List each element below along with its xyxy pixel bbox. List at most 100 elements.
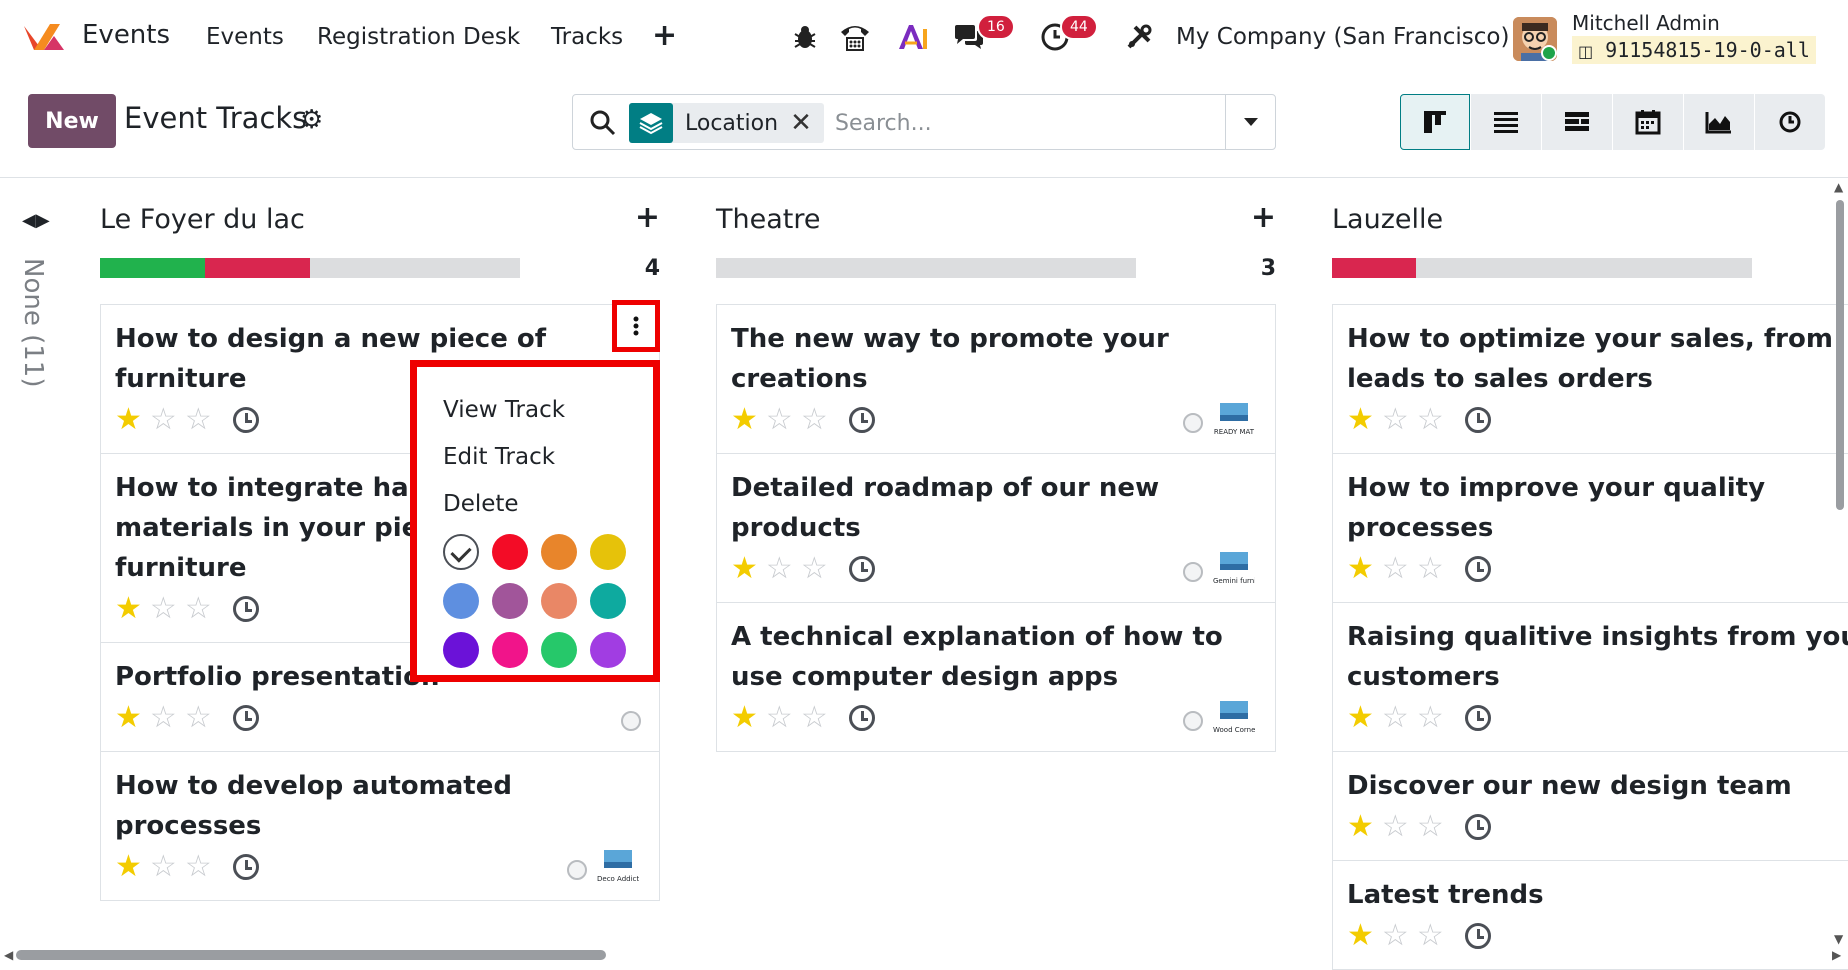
activity-clock-icon[interactable] (849, 705, 875, 731)
star-empty-icon[interactable]: ☆ (766, 405, 793, 435)
color-swatch[interactable] (492, 534, 528, 570)
star-empty-icon[interactable]: ☆ (1382, 812, 1409, 842)
color-swatch[interactable] (492, 632, 528, 668)
star-empty-icon[interactable]: ☆ (150, 594, 177, 624)
track-card[interactable]: Latest trends ★ ☆ ☆ (1332, 860, 1848, 970)
kanban-state-dot[interactable] (1183, 413, 1203, 433)
delete-item[interactable]: Delete (443, 481, 653, 528)
star-empty-icon[interactable]: ☆ (801, 405, 828, 435)
star-empty-icon[interactable]: ☆ (1382, 554, 1409, 584)
horizontal-scrollbar[interactable] (16, 950, 606, 960)
search-input[interactable] (835, 107, 1255, 139)
activity-clock-icon[interactable] (233, 854, 259, 880)
track-card[interactable]: Detailed roadmap of our new products ★ ☆ ☆… (716, 453, 1276, 602)
star-filled-icon[interactable]: ★ (1347, 554, 1374, 584)
activity-clock-icon[interactable] (849, 556, 875, 582)
kanban-state-dot[interactable] (621, 711, 641, 731)
star-filled-icon[interactable]: ★ (731, 703, 758, 733)
activity-clock-icon[interactable] (233, 407, 259, 433)
star-empty-icon[interactable]: ☆ (1382, 921, 1409, 951)
column-title[interactable]: Theatre (716, 204, 820, 235)
kanban-state-dot[interactable] (1183, 562, 1203, 582)
track-card[interactable]: Raising qualitive insights from your cus… (1332, 602, 1848, 751)
track-card[interactable]: Discover our new design team ★ ☆ ☆ (1332, 751, 1848, 860)
scroll-up-arrow[interactable]: ▲ (1834, 180, 1843, 194)
gantt-view-button[interactable] (1542, 94, 1612, 150)
star-filled-icon[interactable]: ★ (1347, 812, 1374, 842)
search-options-toggle[interactable] (1225, 95, 1275, 149)
star-empty-icon[interactable]: ☆ (150, 703, 177, 733)
progress-segment[interactable] (100, 258, 205, 278)
progress-segment[interactable] (205, 258, 310, 278)
column-progress-bar[interactable] (1332, 258, 1752, 278)
quick-add-icon[interactable]: + (1251, 200, 1276, 235)
color-swatch[interactable] (541, 583, 577, 619)
activity-clock-icon[interactable] (1465, 556, 1491, 582)
color-swatch[interactable] (443, 632, 479, 668)
column-title[interactable]: Le Foyer du lac (100, 204, 305, 235)
star-empty-icon[interactable]: ☆ (766, 703, 793, 733)
column-progress-bar[interactable] (716, 258, 1136, 278)
track-card[interactable]: The new way to promote your creations ★ ☆… (716, 304, 1276, 453)
user-name[interactable]: Mitchell Admin (1572, 11, 1720, 35)
no-color-swatch[interactable] (443, 534, 479, 570)
close-icon[interactable]: ✕ (790, 108, 824, 138)
progress-segment[interactable] (1332, 258, 1416, 278)
menu-registration-desk[interactable]: Registration Desk (317, 24, 520, 50)
color-swatch[interactable] (541, 534, 577, 570)
star-filled-icon[interactable]: ★ (731, 405, 758, 435)
quick-add-icon[interactable]: + (635, 200, 660, 235)
star-filled-icon[interactable]: ★ (115, 594, 142, 624)
activity-clock-icon[interactable] (1465, 705, 1491, 731)
track-card[interactable]: How to improve your quality processes ★ ☆… (1332, 453, 1848, 602)
app-name[interactable]: Events (82, 20, 170, 50)
events-app-logo[interactable] (20, 20, 70, 56)
star-empty-icon[interactable]: ☆ (1417, 812, 1444, 842)
star-empty-icon[interactable]: ☆ (1382, 703, 1409, 733)
vertical-scrollbar[interactable] (1836, 200, 1844, 510)
search-icon[interactable] (589, 109, 617, 141)
bug-icon[interactable] (788, 20, 822, 54)
ai-icon[interactable] (896, 20, 930, 54)
graph-view-button[interactable] (1684, 94, 1754, 150)
card-menu-button[interactable] (612, 300, 660, 352)
color-swatch[interactable] (492, 583, 528, 619)
phone-icon[interactable] (838, 20, 872, 54)
activity-clock-icon[interactable] (1465, 814, 1491, 840)
menu-tracks[interactable]: Tracks (551, 24, 623, 50)
plus-icon[interactable]: + (652, 18, 677, 53)
star-filled-icon[interactable]: ★ (115, 852, 142, 882)
star-empty-icon[interactable]: ☆ (150, 852, 177, 882)
list-view-button[interactable] (1471, 94, 1541, 150)
track-card[interactable]: A technical explanation of how to use co… (716, 602, 1276, 752)
star-filled-icon[interactable]: ★ (1347, 921, 1374, 951)
color-swatch[interactable] (590, 632, 626, 668)
star-empty-icon[interactable]: ☆ (185, 405, 212, 435)
star-filled-icon[interactable]: ★ (731, 554, 758, 584)
activity-clock-icon[interactable] (849, 407, 875, 433)
star-empty-icon[interactable]: ☆ (1417, 921, 1444, 951)
track-card[interactable]: How to develop automated processes ★ ☆ ☆ D… (100, 751, 660, 901)
star-filled-icon[interactable]: ★ (115, 405, 142, 435)
calendar-view-button[interactable] (1613, 94, 1683, 150)
gear-icon[interactable]: ⚙ (300, 105, 323, 135)
column-progress-bar[interactable] (100, 258, 520, 278)
scroll-down-arrow[interactable]: ▼ (1834, 932, 1843, 946)
star-filled-icon[interactable]: ★ (1347, 703, 1374, 733)
folded-column-label[interactable]: None (11) (18, 258, 48, 387)
color-swatch[interactable] (590, 583, 626, 619)
star-empty-icon[interactable]: ☆ (1417, 554, 1444, 584)
star-filled-icon[interactable]: ★ (115, 703, 142, 733)
activity-clock-icon[interactable] (1465, 923, 1491, 949)
scroll-left-arrow[interactable]: ◀ (4, 948, 13, 962)
color-swatch[interactable] (443, 583, 479, 619)
track-card[interactable]: How to optimize your sales, from leads t… (1332, 304, 1848, 453)
star-filled-icon[interactable]: ★ (1347, 405, 1374, 435)
color-swatch[interactable] (541, 632, 577, 668)
activity-clock-icon[interactable] (1465, 407, 1491, 433)
menu-events[interactable]: Events (206, 24, 284, 50)
star-empty-icon[interactable]: ☆ (150, 405, 177, 435)
kanban-state-dot[interactable] (1183, 711, 1203, 731)
kanban-view-button[interactable] (1400, 94, 1470, 150)
star-empty-icon[interactable]: ☆ (185, 852, 212, 882)
